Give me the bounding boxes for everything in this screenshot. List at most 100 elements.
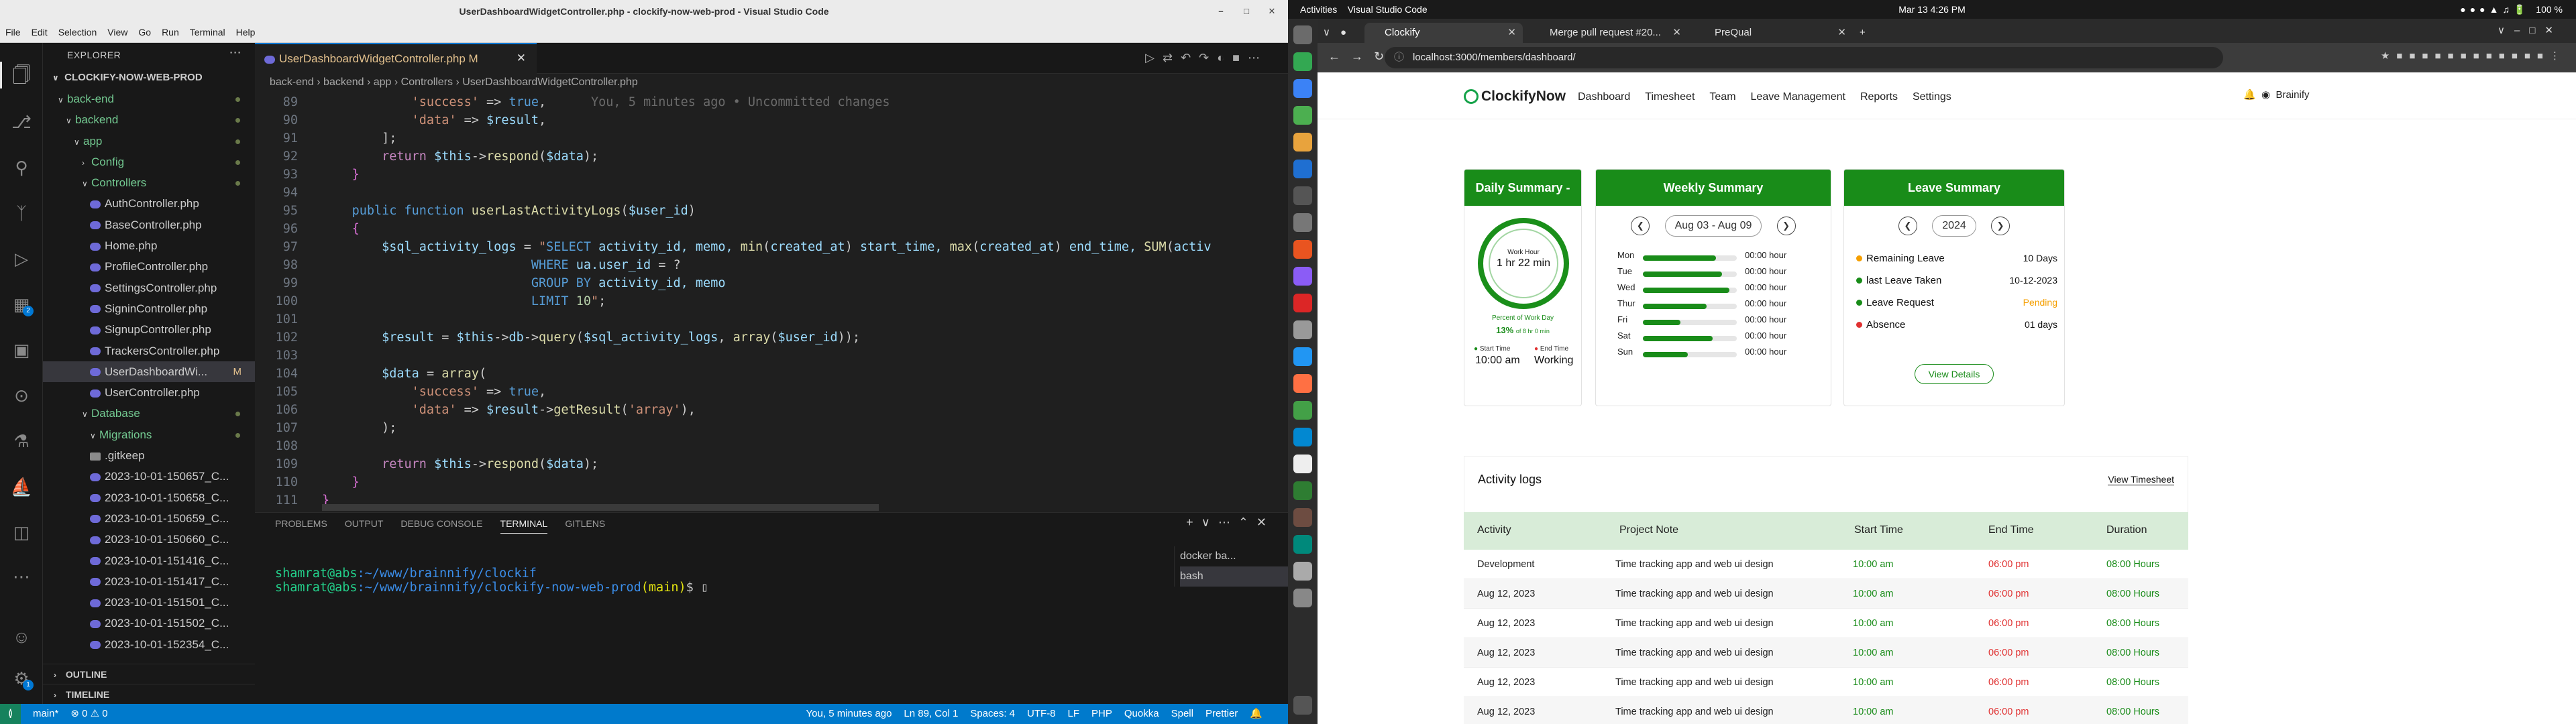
- tree-item[interactable]: ∨ backend: [43, 109, 255, 130]
- workspace-root[interactable]: ∨ CLOCKIFY-NOW-WEB-PROD: [43, 67, 255, 88]
- dock-app-icon[interactable]: [1293, 455, 1312, 473]
- tab-terminal[interactable]: TERMINAL: [500, 518, 548, 534]
- tree-item[interactable]: 2023-10-01-152354_C...: [43, 634, 255, 655]
- clock[interactable]: Mar 13 4:26 PM: [1288, 0, 2576, 19]
- tree-item[interactable]: 2023-10-01-151417_C...: [43, 571, 255, 592]
- nav-dashboard[interactable]: Dashboard: [1578, 91, 1630, 103]
- dock-vscode-icon[interactable]: [1293, 160, 1312, 178]
- menu-edit[interactable]: Edit: [26, 23, 53, 38]
- dock-app-icon[interactable]: [1293, 401, 1312, 420]
- indentation-status[interactable]: Spaces: 4: [970, 708, 1015, 719]
- menu-view[interactable]: View: [102, 23, 133, 38]
- encoding-status[interactable]: UTF-8: [1027, 708, 1056, 719]
- dock-chrome-icon[interactable]: [1293, 133, 1312, 152]
- tree-item[interactable]: SettingsController.php: [43, 278, 255, 298]
- table-row[interactable]: Aug 12, 2023 Time tracking app and web ui…: [1464, 638, 2188, 668]
- tree-item[interactable]: TrackersController.php: [43, 341, 255, 361]
- panel-controls[interactable]: +∨⋯⌃✕: [1186, 516, 1275, 530]
- dock-app-icon[interactable]: [1293, 213, 1312, 232]
- tree-item[interactable]: ∨ Migrations: [43, 424, 255, 445]
- tree-item[interactable]: SigninController.php: [43, 298, 255, 319]
- minimize-icon[interactable]: –: [1214, 5, 1228, 18]
- tree-item[interactable]: 2023-10-01-151416_C...: [43, 550, 255, 571]
- maximize-icon[interactable]: □: [1240, 5, 1253, 18]
- settings-gear-icon[interactable]: ⚙ 1: [9, 666, 34, 690]
- menu-terminal[interactable]: Terminal: [184, 23, 231, 38]
- browser-tab-clockify[interactable]: Clockify ✕: [1364, 23, 1523, 43]
- dock-app-icon[interactable]: [1293, 52, 1312, 71]
- tree-item[interactable]: ProfileController.php: [43, 256, 255, 277]
- bell-icon[interactable]: 🔔: [2243, 89, 2256, 101]
- quokka-status[interactable]: Quokka: [1124, 708, 1159, 719]
- menu-selection[interactable]: Selection: [53, 23, 103, 38]
- cursor-position[interactable]: Ln 89, Col 1: [904, 708, 958, 719]
- tree-item[interactable]: .gitkeep: [43, 445, 255, 466]
- tab-debug-console[interactable]: DEBUG CONSOLE: [400, 518, 482, 529]
- dock-app-icon[interactable]: [1293, 508, 1312, 527]
- tab-search-icon[interactable]: ∨: [1323, 23, 1336, 43]
- table-row[interactable]: Aug 12, 2023 Time tracking app and web ui…: [1464, 697, 2188, 724]
- browser-tab-merge-pr[interactable]: Merge pull request #20... ✕: [1529, 23, 1688, 43]
- more-icon[interactable]: ⋯: [229, 46, 242, 60]
- browser-tab-prequal[interactable]: PreQual ✕: [1695, 23, 1853, 43]
- user-name[interactable]: Brainify: [2275, 89, 2309, 101]
- tree-item[interactable]: Home.php: [43, 235, 255, 256]
- dock-app-icon[interactable]: [1293, 320, 1312, 339]
- notifications-icon[interactable]: 🔔: [1250, 708, 1263, 719]
- tab-gitlens[interactable]: GITLENS: [565, 518, 605, 529]
- nav-leave-management[interactable]: Leave Management: [1751, 91, 1845, 103]
- view-details-button[interactable]: View Details: [1914, 364, 1994, 384]
- tree-item[interactable]: 2023-10-01-150658_C...: [43, 487, 255, 508]
- app-logo[interactable]: ClockifyNow: [1464, 88, 1566, 105]
- tree-item[interactable]: 2023-10-01-150660_C...: [43, 529, 255, 550]
- editor-actions[interactable]: ▷⇄↶↷◐■⋯: [1145, 51, 1268, 65]
- tree-item[interactable]: ∨ app: [43, 131, 255, 152]
- blame-status[interactable]: You, 5 minutes ago: [806, 708, 892, 719]
- system-tray[interactable]: ●●●▲♫🔋 100 %: [2460, 0, 2563, 19]
- pinned-tab[interactable]: ●: [1340, 23, 1360, 43]
- horizontal-scrollbar[interactable]: [322, 504, 879, 511]
- errors-status[interactable]: ⊗ 0 ⚠ 0: [70, 708, 107, 719]
- spell-status[interactable]: Spell: [1171, 708, 1193, 719]
- site-info-icon[interactable]: ⓘ: [1394, 47, 1404, 68]
- dock-app-icon[interactable]: [1293, 374, 1312, 393]
- terminal-item-bash[interactable]: bash: [1180, 566, 1288, 587]
- testing-icon[interactable]: ⚗: [9, 429, 34, 453]
- close-icon[interactable]: ✕: [1265, 5, 1279, 18]
- dock-app-icon[interactable]: [1293, 267, 1312, 286]
- tree-item[interactable]: UserDashboardWi... M: [43, 361, 255, 383]
- dock-app-icon[interactable]: [1293, 79, 1312, 98]
- dock-app-icon[interactable]: [1293, 481, 1312, 500]
- extensions-toolbar[interactable]: ★■■■■■■■■■■■■⋮: [2381, 50, 2567, 62]
- nav-timesheet[interactable]: Timesheet: [1645, 91, 1695, 103]
- dock-app-icon[interactable]: [1293, 106, 1312, 125]
- tree-item[interactable]: UserController.php: [43, 382, 255, 403]
- git-branch-icon[interactable]: ᛉ: [9, 201, 34, 225]
- next-year-icon[interactable]: ❯: [1991, 217, 2010, 235]
- menu-run[interactable]: Run: [156, 23, 184, 38]
- nav-settings[interactable]: Settings: [1913, 91, 1951, 103]
- menu-go[interactable]: Go: [133, 23, 156, 38]
- dock-files-icon[interactable]: [1293, 25, 1312, 44]
- table-row[interactable]: Aug 12, 2023 Time tracking app and web ui…: [1464, 668, 2188, 697]
- dock-app-icon[interactable]: [1293, 589, 1312, 607]
- close-tab-icon[interactable]: ✕: [517, 52, 526, 65]
- source-control-icon[interactable]: ⎇: [9, 110, 34, 134]
- tree-item[interactable]: ∨ back-end: [43, 88, 255, 109]
- language-status[interactable]: PHP: [1091, 708, 1112, 719]
- tree-item[interactable]: 2023-10-01-150657_C...: [43, 466, 255, 487]
- outline-section[interactable]: › OUTLINE: [43, 664, 255, 684]
- prev-week-icon[interactable]: ❮: [1631, 217, 1650, 235]
- next-week-icon[interactable]: ❯: [1776, 217, 1796, 235]
- terminal-output[interactable]: shamrat@abs:~/www/brainnify/clockif sham…: [275, 566, 708, 595]
- more-icon[interactable]: ⋯: [9, 564, 34, 589]
- timeline-section[interactable]: › TIMELINE: [43, 684, 255, 704]
- dock-app-icon[interactable]: [1293, 294, 1312, 312]
- gitlens-icon[interactable]: ⊙: [9, 383, 34, 408]
- table-row[interactable]: Development Time tracking app and web ui …: [1464, 550, 2188, 579]
- prettier-status[interactable]: Prettier: [1205, 708, 1238, 719]
- browser-window-controls[interactable]: ∨–□✕: [2498, 24, 2563, 36]
- new-tab-icon[interactable]: +: [1860, 23, 1880, 43]
- tab-problems[interactable]: PROBLEMS: [275, 518, 327, 529]
- docker-icon[interactable]: ⛵: [9, 475, 34, 499]
